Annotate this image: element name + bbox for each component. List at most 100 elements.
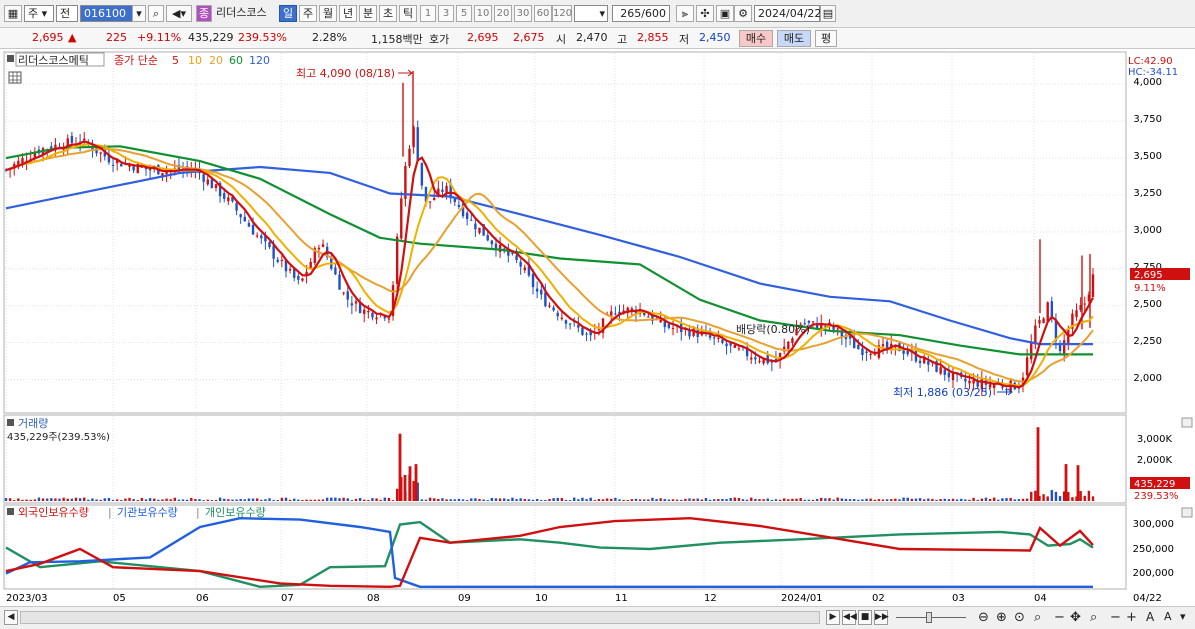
save-icon[interactable]: ▣	[716, 5, 734, 22]
x-tick: 02	[872, 593, 885, 604]
hoga-label: 호가	[429, 33, 450, 46]
interval-1[interactable]: 1	[420, 5, 436, 22]
volume-bar	[770, 499, 774, 501]
interval-30[interactable]: 30	[514, 5, 532, 22]
candle-body	[272, 245, 275, 259]
x-tick: 2023/03	[6, 593, 48, 604]
panel-close-icon[interactable]	[1181, 417, 1193, 428]
next-page-icon[interactable]: ▶▶	[874, 610, 889, 625]
volume-bar	[1030, 491, 1033, 501]
period-month[interactable]: 월	[319, 5, 337, 22]
volume-bar	[1046, 496, 1049, 501]
individual-holding-line	[5, 520, 1094, 589]
crosshair-icon[interactable]: ✣	[696, 5, 714, 22]
volume-bar	[247, 498, 251, 501]
font-icon[interactable]: A	[1146, 610, 1154, 624]
search-icon[interactable]: ⌕	[148, 5, 164, 22]
plus-icon[interactable]: +	[1126, 610, 1137, 625]
volume-bar	[371, 498, 374, 501]
count-input[interactable]: 265/600	[612, 5, 670, 22]
volume-bar	[638, 499, 642, 501]
volume-bar	[486, 500, 489, 501]
search-icon[interactable]: ⌕	[1034, 610, 1041, 625]
interval-120[interactable]: 120	[552, 5, 572, 22]
ma-20: 20	[209, 54, 223, 67]
market-select[interactable]: 주 ▾	[24, 5, 54, 22]
minus-icon[interactable]: −	[1054, 610, 1065, 625]
move-icon[interactable]: ✥	[1070, 610, 1081, 625]
candle-body	[227, 197, 230, 202]
period-year[interactable]: 년	[339, 5, 357, 22]
interval-5[interactable]: 5	[456, 5, 472, 22]
period-week[interactable]: 주	[299, 5, 317, 22]
sell-button[interactable]: 매도	[777, 30, 811, 47]
volume-legend: 거래량 435,229주(239.53%)	[7, 417, 110, 443]
volume-bar	[83, 497, 86, 501]
scroll-left-icon[interactable]: ◀	[4, 610, 18, 625]
volume-bar	[433, 498, 436, 501]
zoom-slider-thumb[interactable]	[926, 612, 932, 623]
volume-bar	[778, 499, 782, 501]
volume-bar	[671, 499, 675, 501]
panel-close-icon[interactable]	[1181, 507, 1193, 518]
interval-custom-select[interactable]: ▾	[574, 5, 608, 22]
stop-icon[interactable]: ■	[858, 610, 872, 625]
chart-scroll-bar[interactable]: ◀ ▶ ◀◀ ■ ▶▶ ⊖ ⊕ ⊙ ⌕ − ✥ ⌕ − + A A ▾	[0, 606, 1195, 629]
search-icon[interactable]: ⌕	[1090, 610, 1097, 625]
interval-3[interactable]: 3	[438, 5, 454, 22]
volume-bar	[1025, 498, 1029, 501]
zoom-reset-icon[interactable]: ⊙	[1014, 610, 1025, 625]
interval-20[interactable]: 20	[494, 5, 512, 22]
candle-body	[478, 227, 481, 233]
period-second[interactable]: 초	[379, 5, 397, 22]
chevron-down-icon[interactable]: ▾	[132, 5, 146, 22]
volume-bar	[334, 497, 337, 501]
calendar-icon[interactable]: ▤	[820, 5, 836, 22]
scroll-track[interactable]	[20, 611, 820, 624]
volume-bar	[387, 497, 391, 501]
volume-bar	[398, 433, 402, 501]
zoom-in-icon[interactable]: ⊕	[996, 610, 1007, 625]
volume-bar	[976, 499, 979, 501]
history-icon[interactable]: ◀▾	[166, 5, 192, 22]
count-total: /600	[641, 7, 666, 20]
zoom-slider[interactable]	[896, 611, 966, 624]
volume-bar	[737, 498, 741, 501]
candle-body	[939, 367, 942, 374]
price-y-axis: 4,000 3,750 3,500 3,250 3,000 2,750 2,50…	[1128, 56, 1190, 384]
zoom-out-icon[interactable]: ⊖	[978, 610, 989, 625]
volume-bar	[873, 499, 876, 501]
volume-bar	[745, 499, 749, 501]
holding-legend: 외국인보유수량 | 기관보유수량 | 개인보유수량	[7, 506, 266, 519]
date-input[interactable]: 2024/04/22	[754, 5, 821, 22]
stock-chart[interactable]: 리더스코스메틱 종가 단순 5 10 20 60 120 4,000 3,750…	[0, 50, 1195, 606]
type-select[interactable]: 전	[56, 5, 78, 22]
volume-bar	[449, 499, 452, 501]
avg-button[interactable]: 평	[815, 30, 837, 47]
volume-bar	[305, 499, 308, 501]
period-tick[interactable]: 틱	[399, 5, 417, 22]
interval-60[interactable]: 60	[534, 5, 552, 22]
volume-bar	[857, 499, 860, 501]
chevron-down-icon[interactable]: ▾	[1180, 610, 1186, 623]
scroll-right-icon[interactable]: ▶	[826, 610, 840, 625]
volume-bar	[403, 474, 407, 501]
menu-icon-button[interactable]: ▦	[4, 5, 22, 22]
period-minute[interactable]: 분	[359, 5, 377, 22]
volume-bar	[585, 499, 588, 501]
candle-body	[354, 301, 358, 304]
first-page-icon[interactable]: ◀◀	[842, 610, 857, 625]
table-icon[interactable]	[8, 71, 22, 84]
low-arrow-icon	[997, 388, 1013, 396]
minus-icon[interactable]: −	[1110, 610, 1121, 625]
buy-button[interactable]: 매수	[739, 30, 773, 47]
volume-bar	[750, 497, 753, 501]
volume-bar	[1021, 498, 1025, 501]
candle-icon[interactable]: ⫸	[676, 5, 694, 22]
interval-10[interactable]: 10	[474, 5, 492, 22]
gear-icon[interactable]: ⚙	[734, 5, 752, 22]
volume-bar	[947, 499, 951, 501]
font-small-icon[interactable]: A	[1164, 610, 1172, 623]
volume-bar	[593, 500, 596, 501]
period-day[interactable]: 일	[279, 5, 297, 22]
